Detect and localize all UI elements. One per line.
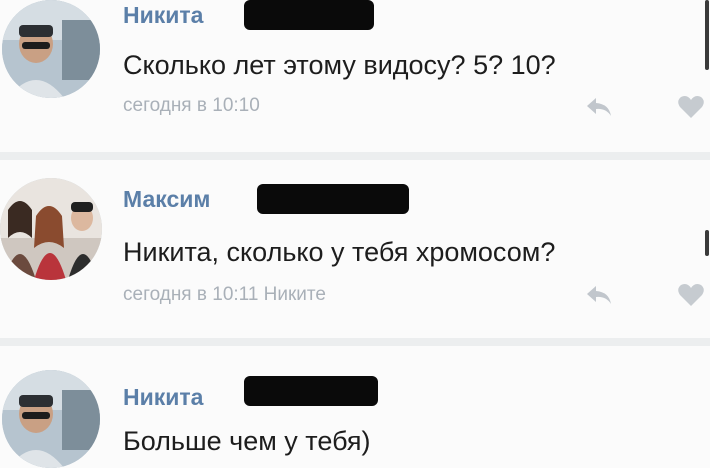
comment-text: Никита, сколько у тебя хромосом? xyxy=(123,237,556,267)
comment-author[interactable]: Никита xyxy=(123,2,203,29)
comment-text: Сколько лет этому видосу? 5? 10? xyxy=(123,50,556,80)
redaction-bar xyxy=(244,376,378,406)
avatar[interactable] xyxy=(2,0,100,98)
user-photo-icon xyxy=(2,0,100,98)
comment-text: Больше чем у тебя) xyxy=(123,426,371,456)
comment-item: Никита Больше чем у тебя) xyxy=(0,346,710,468)
comment-author[interactable]: Максим xyxy=(123,186,210,213)
comment-item: Максим Никита, сколько у тебя хромосом? … xyxy=(0,160,710,338)
avatar[interactable] xyxy=(0,178,102,280)
reply-arrow-icon[interactable] xyxy=(584,280,614,310)
comment-timestamp[interactable]: сегодня в 10:11 Никите xyxy=(123,284,326,306)
redaction-bar xyxy=(244,0,374,30)
avatar[interactable] xyxy=(2,370,100,468)
user-photo-icon xyxy=(2,370,100,468)
heart-icon[interactable] xyxy=(676,92,706,122)
comment-item: Никита Сколько лет этому видосу? 5? 10? … xyxy=(0,0,710,152)
heart-icon[interactable] xyxy=(676,280,706,310)
divider xyxy=(0,152,710,160)
scroll-edge xyxy=(705,0,709,70)
redaction-bar xyxy=(257,184,409,214)
comment-author[interactable]: Никита xyxy=(123,384,203,411)
group-photo-icon xyxy=(0,178,102,280)
divider xyxy=(0,338,710,346)
scroll-edge xyxy=(705,230,709,256)
comment-timestamp[interactable]: сегодня в 10:10 xyxy=(123,95,260,117)
reply-arrow-icon[interactable] xyxy=(584,92,614,122)
